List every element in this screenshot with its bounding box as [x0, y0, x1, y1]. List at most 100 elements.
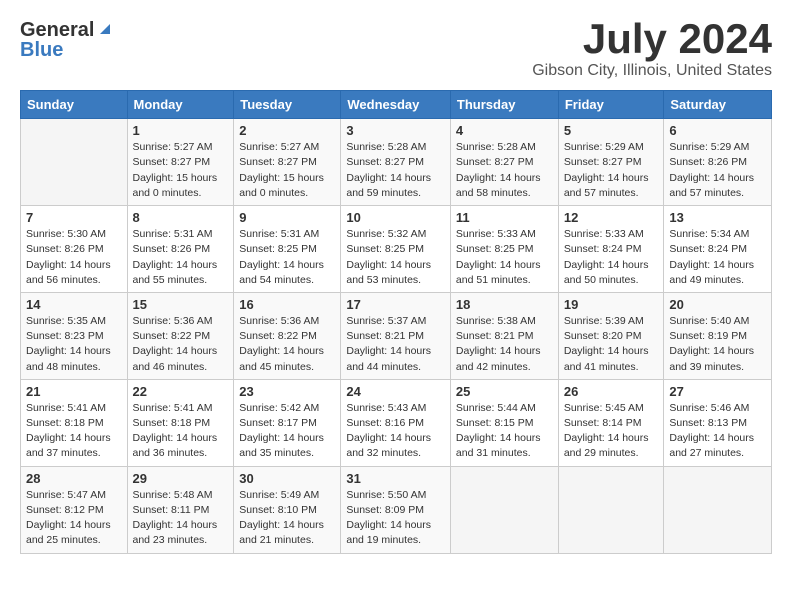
day-info: Sunrise: 5:33 AM Sunset: 8:25 PM Dayligh… — [456, 227, 553, 288]
calendar-week-row: 21 Sunrise: 5:41 AM Sunset: 8:18 PM Dayli… — [21, 379, 772, 466]
day-info: Sunrise: 5:34 AM Sunset: 8:24 PM Dayligh… — [669, 227, 766, 288]
day-number: 13 — [669, 210, 766, 225]
day-info: Sunrise: 5:27 AM Sunset: 8:27 PM Dayligh… — [133, 140, 229, 201]
day-number: 24 — [346, 384, 445, 399]
calendar-cell: 27 Sunrise: 5:46 AM Sunset: 8:13 PM Dayli… — [664, 379, 772, 466]
day-number: 7 — [26, 210, 122, 225]
day-number: 26 — [564, 384, 659, 399]
day-info: Sunrise: 5:50 AM Sunset: 8:09 PM Dayligh… — [346, 488, 445, 549]
day-number: 19 — [564, 297, 659, 312]
calendar-cell: 13 Sunrise: 5:34 AM Sunset: 8:24 PM Dayli… — [664, 206, 772, 293]
calendar-cell: 18 Sunrise: 5:38 AM Sunset: 8:21 PM Dayli… — [450, 292, 558, 379]
calendar-week-row: 14 Sunrise: 5:35 AM Sunset: 8:23 PM Dayli… — [21, 292, 772, 379]
calendar-cell: 2Sunrise: 5:27 AM Sunset: 8:27 PM Daylig… — [234, 119, 341, 206]
calendar-cell: 6 Sunrise: 5:29 AM Sunset: 8:26 PM Daylig… — [664, 119, 772, 206]
day-number: 31 — [346, 471, 445, 486]
day-number: 9 — [239, 210, 335, 225]
logo-triangle-icon — [96, 20, 114, 38]
day-number: 18 — [456, 297, 553, 312]
day-number: 27 — [669, 384, 766, 399]
day-info: Sunrise: 5:37 AM Sunset: 8:21 PM Dayligh… — [346, 314, 445, 375]
calendar-cell: 31 Sunrise: 5:50 AM Sunset: 8:09 PM Dayli… — [341, 466, 451, 553]
calendar-week-row: 7 Sunrise: 5:30 AM Sunset: 8:26 PM Daylig… — [21, 206, 772, 293]
calendar-cell: 16 Sunrise: 5:36 AM Sunset: 8:22 PM Dayli… — [234, 292, 341, 379]
day-number: 8 — [133, 210, 229, 225]
calendar-cell: 8Sunrise: 5:31 AM Sunset: 8:26 PM Daylig… — [127, 206, 234, 293]
day-info: Sunrise: 5:36 AM Sunset: 8:22 PM Dayligh… — [133, 314, 229, 375]
day-number: 29 — [133, 471, 229, 486]
calendar-header-saturday: Saturday — [664, 91, 772, 119]
day-info: Sunrise: 5:47 AM Sunset: 8:12 PM Dayligh… — [26, 488, 122, 549]
calendar-cell: 7 Sunrise: 5:30 AM Sunset: 8:26 PM Daylig… — [21, 206, 128, 293]
day-info: Sunrise: 5:33 AM Sunset: 8:24 PM Dayligh… — [564, 227, 659, 288]
calendar-cell: 9 Sunrise: 5:31 AM Sunset: 8:25 PM Daylig… — [234, 206, 341, 293]
day-number: 21 — [26, 384, 122, 399]
calendar-cell — [558, 466, 664, 553]
day-number: 3 — [346, 123, 445, 138]
calendar-header-thursday: Thursday — [450, 91, 558, 119]
calendar-cell: 23Sunrise: 5:42 AM Sunset: 8:17 PM Dayli… — [234, 379, 341, 466]
day-info: Sunrise: 5:27 AM Sunset: 8:27 PM Dayligh… — [239, 140, 335, 201]
calendar-week-row: 1 Sunrise: 5:27 AM Sunset: 8:27 PM Daylig… — [21, 119, 772, 206]
day-info: Sunrise: 5:45 AM Sunset: 8:14 PM Dayligh… — [564, 401, 659, 462]
calendar-header-friday: Friday — [558, 91, 664, 119]
calendar-cell: 3 Sunrise: 5:28 AM Sunset: 8:27 PM Daylig… — [341, 119, 451, 206]
day-number: 12 — [564, 210, 659, 225]
day-info: Sunrise: 5:43 AM Sunset: 8:16 PM Dayligh… — [346, 401, 445, 462]
day-number: 23 — [239, 384, 335, 399]
day-number: 15 — [133, 297, 229, 312]
day-info: Sunrise: 5:35 AM Sunset: 8:23 PM Dayligh… — [26, 314, 122, 375]
calendar-cell: 28 Sunrise: 5:47 AM Sunset: 8:12 PM Dayli… — [21, 466, 128, 553]
calendar-header-sunday: Sunday — [21, 91, 128, 119]
calendar-cell: 4 Sunrise: 5:28 AM Sunset: 8:27 PM Daylig… — [450, 119, 558, 206]
day-info: Sunrise: 5:29 AM Sunset: 8:26 PM Dayligh… — [669, 140, 766, 201]
calendar-cell: 29 Sunrise: 5:48 AM Sunset: 8:11 PM Dayli… — [127, 466, 234, 553]
calendar-cell: 22Sunrise: 5:41 AM Sunset: 8:18 PM Dayli… — [127, 379, 234, 466]
calendar-table: SundayMondayTuesdayWednesdayThursdayFrid… — [20, 90, 772, 553]
day-info: Sunrise: 5:40 AM Sunset: 8:19 PM Dayligh… — [669, 314, 766, 375]
day-info: Sunrise: 5:29 AM Sunset: 8:27 PM Dayligh… — [564, 140, 659, 201]
calendar-cell — [450, 466, 558, 553]
calendar-cell: 10Sunrise: 5:32 AM Sunset: 8:25 PM Dayli… — [341, 206, 451, 293]
calendar-header-wednesday: Wednesday — [341, 91, 451, 119]
day-info: Sunrise: 5:41 AM Sunset: 8:18 PM Dayligh… — [26, 401, 122, 462]
day-info: Sunrise: 5:41 AM Sunset: 8:18 PM Dayligh… — [133, 401, 229, 462]
calendar-cell: 19Sunrise: 5:39 AM Sunset: 8:20 PM Dayli… — [558, 292, 664, 379]
day-number: 4 — [456, 123, 553, 138]
calendar-cell: 11Sunrise: 5:33 AM Sunset: 8:25 PM Dayli… — [450, 206, 558, 293]
day-info: Sunrise: 5:28 AM Sunset: 8:27 PM Dayligh… — [346, 140, 445, 201]
calendar-cell: 5Sunrise: 5:29 AM Sunset: 8:27 PM Daylig… — [558, 119, 664, 206]
calendar-cell: 24 Sunrise: 5:43 AM Sunset: 8:16 PM Dayli… — [341, 379, 451, 466]
day-info: Sunrise: 5:38 AM Sunset: 8:21 PM Dayligh… — [456, 314, 553, 375]
day-number: 17 — [346, 297, 445, 312]
calendar-cell: 14 Sunrise: 5:35 AM Sunset: 8:23 PM Dayli… — [21, 292, 128, 379]
day-number: 30 — [239, 471, 335, 486]
day-info: Sunrise: 5:46 AM Sunset: 8:13 PM Dayligh… — [669, 401, 766, 462]
day-info: Sunrise: 5:36 AM Sunset: 8:22 PM Dayligh… — [239, 314, 335, 375]
day-number: 6 — [669, 123, 766, 138]
day-number: 14 — [26, 297, 122, 312]
calendar-cell: 26 Sunrise: 5:45 AM Sunset: 8:14 PM Dayli… — [558, 379, 664, 466]
calendar-cell: 21 Sunrise: 5:41 AM Sunset: 8:18 PM Dayli… — [21, 379, 128, 466]
logo-general-text: General — [20, 20, 94, 40]
logo: General Blue — [20, 20, 114, 60]
header: General Blue July 2024 Gibson City, Illi… — [20, 16, 772, 80]
day-info: Sunrise: 5:31 AM Sunset: 8:25 PM Dayligh… — [239, 227, 335, 288]
day-info: Sunrise: 5:30 AM Sunset: 8:26 PM Dayligh… — [26, 227, 122, 288]
subtitle: Gibson City, Illinois, United States — [532, 62, 772, 80]
day-number: 1 — [133, 123, 229, 138]
calendar-cell: 15 Sunrise: 5:36 AM Sunset: 8:22 PM Dayli… — [127, 292, 234, 379]
day-number: 20 — [669, 297, 766, 312]
calendar-cell: 25Sunrise: 5:44 AM Sunset: 8:15 PM Dayli… — [450, 379, 558, 466]
day-number: 10 — [346, 210, 445, 225]
day-info: Sunrise: 5:48 AM Sunset: 8:11 PM Dayligh… — [133, 488, 229, 549]
calendar-header-monday: Monday — [127, 91, 234, 119]
day-number: 16 — [239, 297, 335, 312]
calendar-cell: 17 Sunrise: 5:37 AM Sunset: 8:21 PM Dayli… — [341, 292, 451, 379]
day-number: 28 — [26, 471, 122, 486]
title-area: July 2024 Gibson City, Illinois, United … — [532, 16, 772, 80]
calendar-header-row: SundayMondayTuesdayWednesdayThursdayFrid… — [21, 91, 772, 119]
calendar-cell — [664, 466, 772, 553]
day-info: Sunrise: 5:28 AM Sunset: 8:27 PM Dayligh… — [456, 140, 553, 201]
calendar-cell: 12 Sunrise: 5:33 AM Sunset: 8:24 PM Dayli… — [558, 206, 664, 293]
